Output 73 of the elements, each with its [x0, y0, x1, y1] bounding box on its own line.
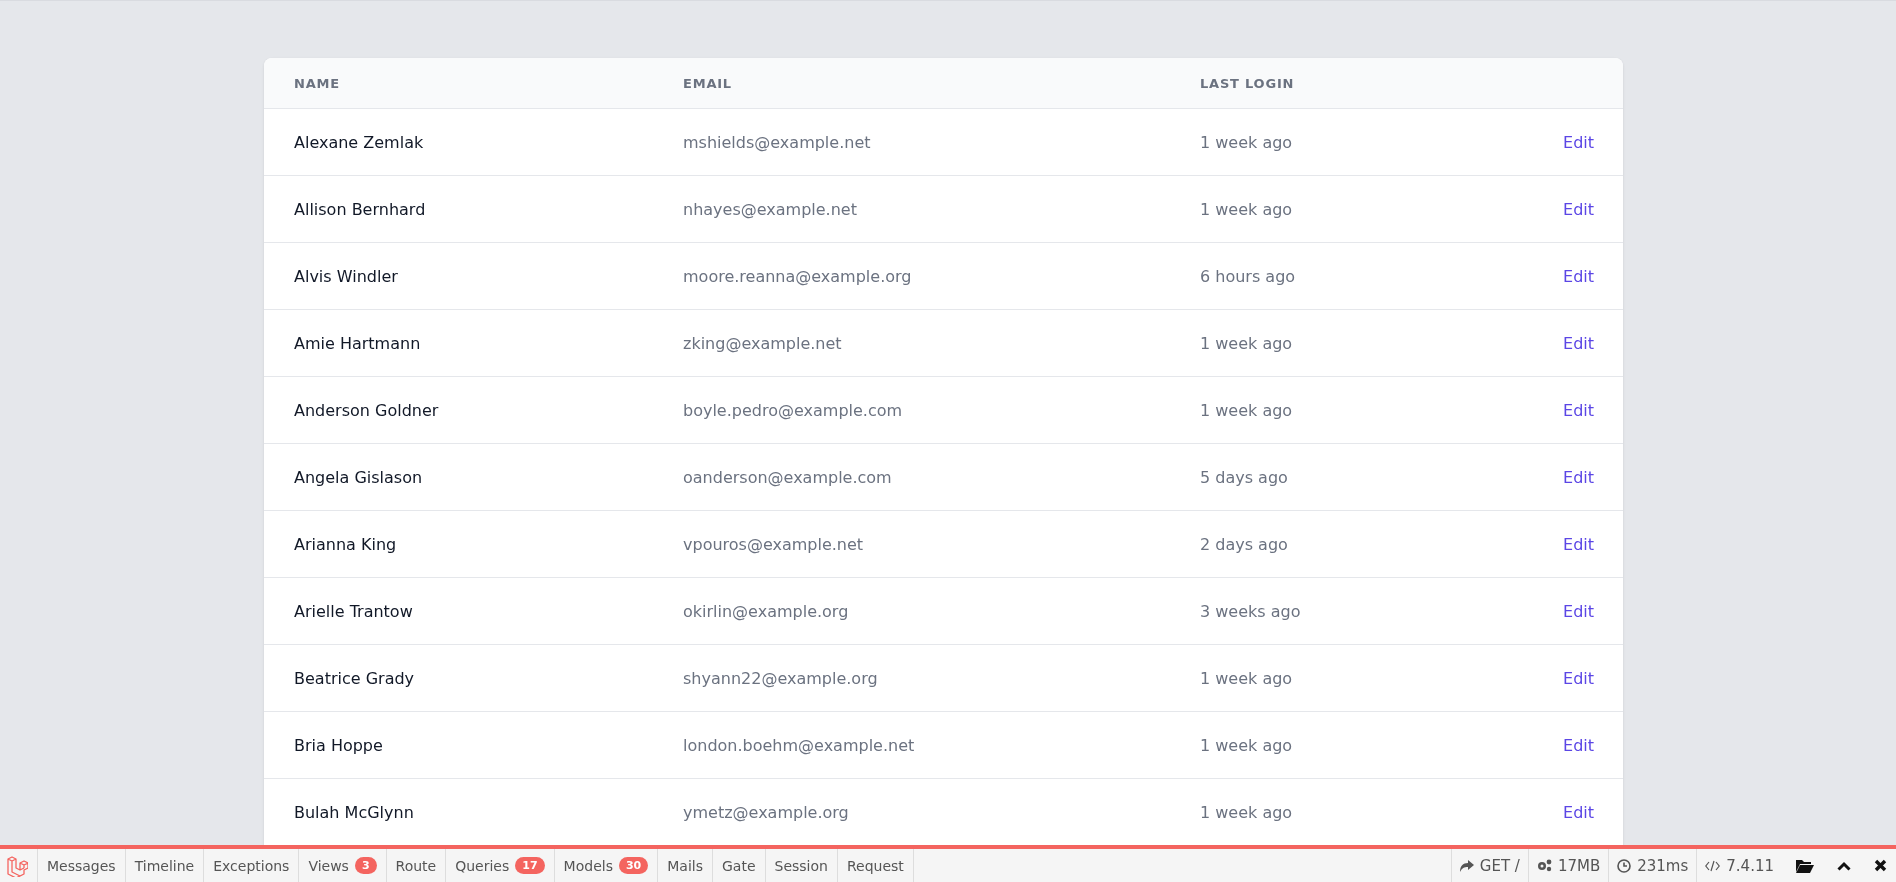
- user-name: Anderson Goldner: [294, 400, 440, 420]
- edit-link[interactable]: Edit: [1563, 601, 1594, 621]
- user-name: Bria Hoppe: [294, 735, 384, 755]
- close-icon[interactable]: [1874, 859, 1887, 872]
- indicator-text: GET /: [1479, 856, 1520, 875]
- user-name: Arianna King: [294, 534, 398, 554]
- edit-link[interactable]: Edit: [1563, 132, 1594, 152]
- edit-link[interactable]: Edit: [1563, 333, 1594, 353]
- user-email: shyann22@example.org: [683, 668, 879, 688]
- last-login: 2 days ago: [1200, 534, 1289, 554]
- debugbar-tab[interactable]: Route: [386, 849, 447, 882]
- last-login: 1 week ago: [1200, 735, 1294, 755]
- edit-link[interactable]: Edit: [1563, 467, 1594, 487]
- user-email: zking@example.net: [683, 333, 843, 353]
- user-email: mshields@example.net: [683, 132, 872, 152]
- user-email: london.boehm@example.net: [683, 735, 916, 755]
- last-login: 1 week ago: [1200, 199, 1294, 219]
- edit-link[interactable]: Edit: [1563, 266, 1594, 286]
- last-login: 1 week ago: [1200, 333, 1294, 353]
- user-email: oanderson@example.com: [683, 467, 893, 487]
- indicator-text: 17MB: [1557, 856, 1601, 875]
- last-login: 1 week ago: [1200, 132, 1294, 152]
- column-header: NAME: [294, 75, 341, 91]
- user-email: moore.reanna@example.org: [683, 266, 913, 286]
- debugbar-tab[interactable]: Session: [765, 849, 838, 882]
- edit-link[interactable]: Edit: [1563, 199, 1594, 219]
- debugbar-tab[interactable]: Mails: [658, 849, 713, 882]
- column-header: EMAIL: [683, 75, 733, 91]
- logo-icon[interactable]: [6, 854, 28, 877]
- chevron-up-icon[interactable]: [1837, 860, 1851, 871]
- user-email: okirlin@example.org: [683, 601, 850, 621]
- last-login: 1 week ago: [1200, 802, 1294, 822]
- code-icon: [1705, 859, 1721, 872]
- user-name: Angela Gislason: [294, 467, 424, 487]
- user-name: Allison Bernhard: [294, 199, 427, 219]
- user-name: Amie Hartmann: [294, 333, 422, 353]
- user-email: ymetz@example.org: [683, 802, 850, 822]
- folder-icon[interactable]: [1796, 858, 1814, 873]
- user-name: Bulah McGlynn: [294, 802, 415, 822]
- debugbar-tab[interactable]: Views 3: [299, 849, 387, 882]
- indicator-text: 231ms: [1637, 856, 1689, 875]
- debugbar-tab[interactable]: Request: [837, 849, 914, 882]
- last-login: 3 weeks ago: [1200, 601, 1302, 621]
- debugbar-tab[interactable]: Models 30: [554, 849, 659, 882]
- last-login: 1 week ago: [1200, 668, 1294, 688]
- user-name: Beatrice Grady: [294, 668, 416, 688]
- user-email: nhayes@example.net: [683, 199, 858, 219]
- debugbar-tab[interactable]: Timeline: [125, 849, 205, 882]
- last-login: 5 days ago: [1200, 467, 1289, 487]
- column-header: LAST LOGIN: [1200, 75, 1296, 91]
- indicator-text: 7.4.11: [1726, 856, 1774, 875]
- share-arrow-icon: [1459, 859, 1474, 872]
- count-badge: 3: [354, 857, 377, 874]
- debugbar-tab[interactable]: Exceptions: [204, 849, 300, 882]
- count-badge: 17: [515, 857, 545, 874]
- last-login: 1 week ago: [1200, 400, 1294, 420]
- debugbar-tab[interactable]: Gate: [712, 849, 766, 882]
- user-name: Alexane Zemlak: [294, 132, 425, 152]
- user-name: Arielle Trantow: [294, 601, 414, 621]
- count-badge: 30: [618, 857, 649, 874]
- last-login: 6 hours ago: [1200, 266, 1297, 286]
- edit-link[interactable]: Edit: [1563, 668, 1594, 688]
- debugbar-tab[interactable]: Queries 17: [446, 849, 555, 882]
- user-email: vpouros@example.net: [683, 534, 865, 554]
- user-email: boyle.pedro@example.com: [683, 400, 904, 420]
- edit-link[interactable]: Edit: [1563, 534, 1594, 554]
- edit-link[interactable]: Edit: [1563, 802, 1594, 822]
- gears-icon: [1536, 859, 1552, 872]
- edit-link[interactable]: Edit: [1563, 400, 1594, 420]
- edit-link[interactable]: Edit: [1563, 735, 1594, 755]
- user-name: Alvis Windler: [294, 266, 399, 286]
- clock-icon: [1617, 858, 1632, 873]
- debugbar-tab[interactable]: Messages: [38, 849, 126, 882]
